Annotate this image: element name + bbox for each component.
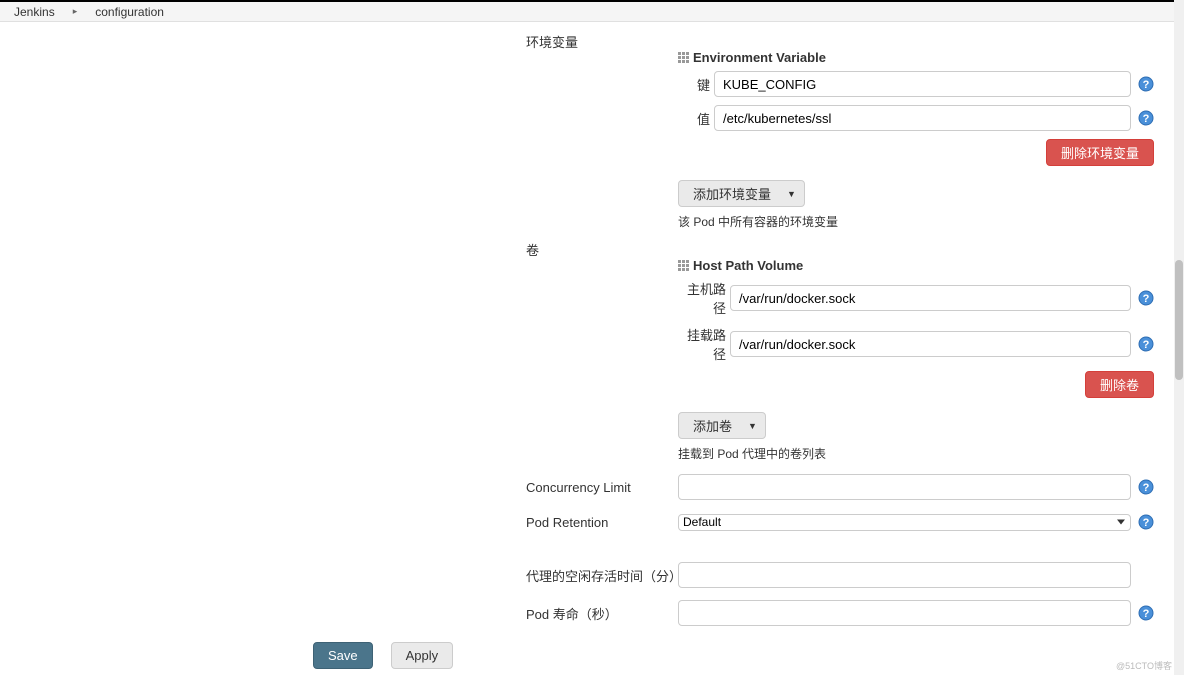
help-icon[interactable]: ? [1138,605,1154,621]
watermark: @51CTO博客 [1116,659,1172,672]
svg-text:?: ? [1143,482,1150,494]
concurrency-label: Concurrency Limit [526,480,631,495]
mount-path-input[interactable] [730,331,1131,357]
scrollbar[interactable] [1174,0,1184,675]
help-icon[interactable]: ? [1138,336,1154,352]
scrollbar-thumb[interactable] [1175,260,1183,380]
env-key-label: 键 [678,75,710,94]
svg-text:?: ? [1143,339,1150,351]
drag-handle-icon[interactable] [678,52,689,63]
idle-input[interactable] [678,562,1131,588]
idle-label: 代理的空闲存活时间（分） [526,566,682,585]
breadcrumb-page[interactable]: configuration [95,5,164,19]
host-path-input[interactable] [730,285,1131,311]
pod-life-label: Pod 寿命（秒） [526,604,618,623]
svg-text:?: ? [1143,517,1150,529]
env-val-label: 值 [678,109,710,128]
volumes-desc: 挂载到 Pod 代理中的卷列表 [678,445,1154,462]
breadcrumb: Jenkins ▸ configuration [0,2,1184,22]
help-icon[interactable]: ? [1138,290,1154,306]
chevron-right-icon: ▸ [73,6,78,17]
svg-text:?: ? [1143,79,1150,91]
help-icon[interactable]: ? [1138,479,1154,495]
delete-volume-button[interactable]: 删除卷 [1085,371,1154,398]
svg-text:?: ? [1143,293,1150,305]
bottom-bar: Save Apply [0,635,1174,675]
retention-select[interactable]: Default [678,514,1131,531]
breadcrumb-root[interactable]: Jenkins [14,5,55,19]
env-vars-desc: 该 Pod 中所有容器的环境变量 [678,213,1154,230]
env-var-group-title: Environment Variable [693,50,826,65]
add-volume-button[interactable]: 添加卷▼ [678,412,766,439]
host-path-label: 主机路径 [678,279,726,317]
help-icon[interactable]: ? [1138,110,1154,126]
apply-button[interactable]: Apply [391,642,454,669]
volume-group-title: Host Path Volume [693,258,803,273]
delete-env-var-button[interactable]: 删除环境变量 [1046,139,1154,166]
env-vars-heading: 环境变量 [526,32,578,51]
drag-handle-icon[interactable] [678,260,689,271]
mount-path-label: 挂载路径 [678,325,726,363]
env-key-input[interactable] [714,71,1131,97]
volumes-heading: 卷 [526,240,539,259]
save-button[interactable]: Save [313,642,373,669]
chevron-down-icon: ▼ [787,189,796,199]
concurrency-input[interactable] [678,474,1131,500]
chevron-down-icon: ▼ [748,421,757,431]
pod-life-input[interactable] [678,600,1131,626]
svg-text:?: ? [1143,608,1150,620]
help-icon[interactable]: ? [1138,76,1154,92]
env-val-input[interactable] [714,105,1131,131]
help-icon[interactable]: ? [1138,514,1154,530]
svg-text:?: ? [1143,113,1150,125]
add-env-var-button[interactable]: 添加环境变量▼ [678,180,805,207]
retention-label: Pod Retention [526,515,608,530]
